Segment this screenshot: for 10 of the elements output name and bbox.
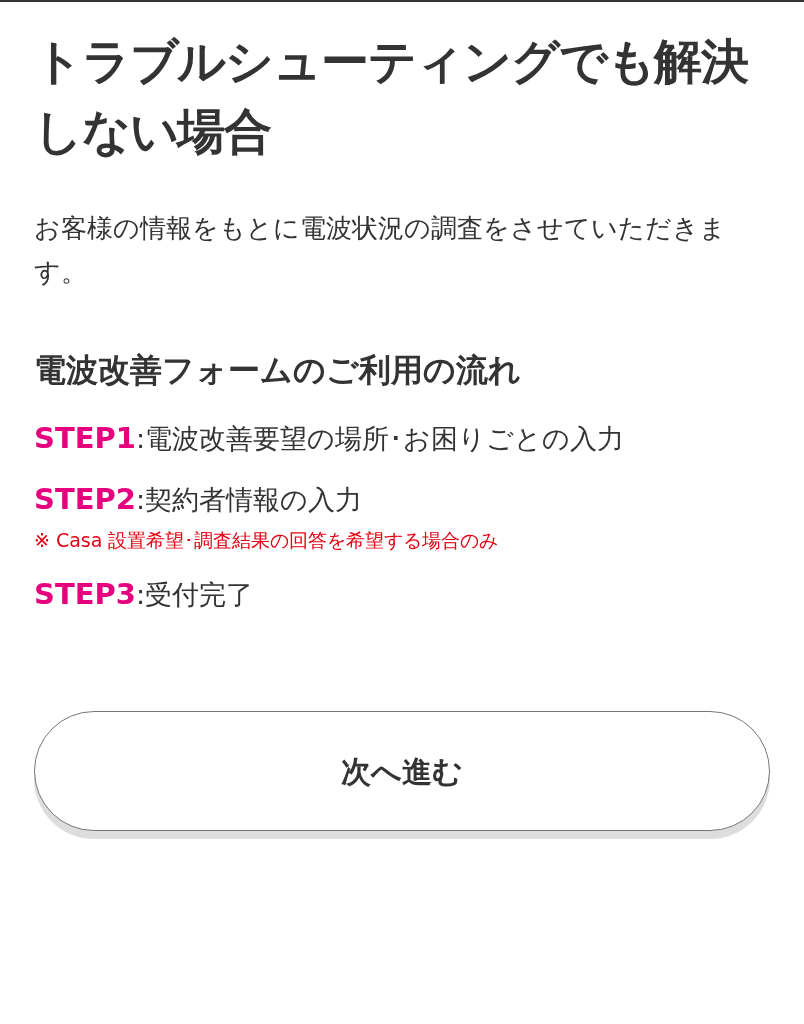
step-label: STEP3 xyxy=(34,576,136,613)
step-text: :電波改善要望の場所･お困りごとの入力 xyxy=(135,422,625,456)
step-text: :契約者情報の入力 xyxy=(135,483,363,517)
page-title: トラブルシューティングでも解決しない場合 xyxy=(34,32,750,161)
flow-heading: 電波改善フォームのご利用の流れ xyxy=(34,350,522,391)
step-label: STEP2 xyxy=(34,481,136,518)
description-text: お客様の情報をもとに電波状況の調査をさせていただきます。 xyxy=(34,212,727,289)
step-label: STEP1 xyxy=(34,420,136,457)
step-note: ※ Casa 設置希望･調査結果の回答を希望する場合のみ xyxy=(34,528,500,553)
step-text: :受付完了 xyxy=(135,578,254,612)
